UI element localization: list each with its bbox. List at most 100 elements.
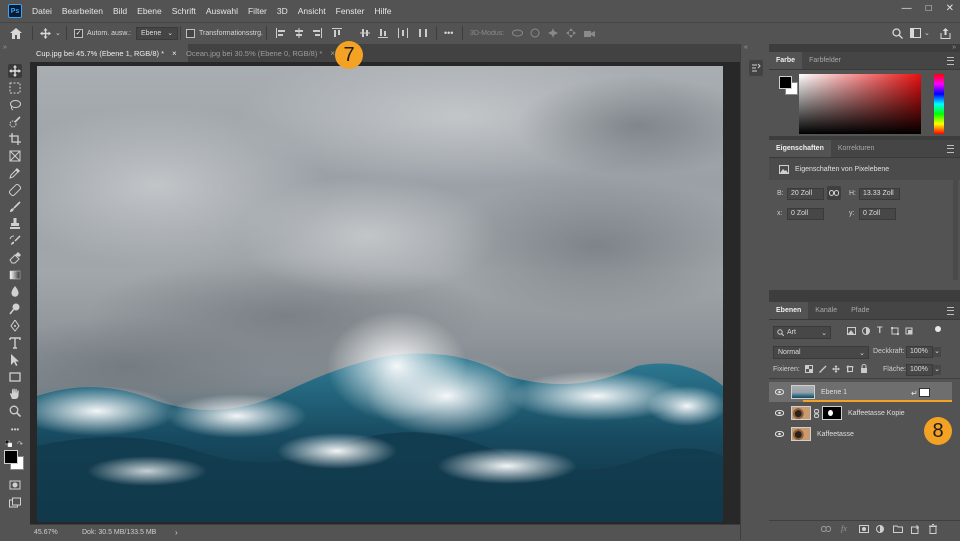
tab-cup-document[interactable]: Cup.jpg bei 45.7% (Ebene 1, RGB/8) * ×	[30, 44, 188, 62]
fill-field[interactable]: 100%	[906, 364, 933, 376]
history-brush-tool-icon[interactable]	[8, 234, 22, 248]
tab-pfade[interactable]: Pfade	[844, 302, 876, 319]
panel-menu-icon[interactable]	[947, 145, 954, 153]
new-group-icon[interactable]	[893, 525, 903, 533]
layer-filter-dropdown[interactable]: Art ⌄	[773, 326, 831, 339]
foreground-color-swatch[interactable]	[779, 76, 792, 89]
search-icon[interactable]	[892, 26, 903, 40]
lock-all-icon[interactable]	[860, 364, 868, 373]
lock-transparent-icon[interactable]	[805, 365, 813, 373]
move-tool-preset-icon[interactable]: ⌄	[40, 26, 61, 40]
distribute-spacing-icon[interactable]	[418, 26, 428, 40]
link-layers-icon[interactable]	[821, 526, 831, 532]
brush-tool-icon[interactable]	[8, 200, 22, 214]
home-icon[interactable]	[10, 26, 22, 40]
layer-row-kaffeetasse-kopie[interactable]: Kaffeetasse Kopie	[769, 403, 952, 423]
tab-ocean-document[interactable]: Ocean.jpg bei 30.5% (Ebene 0, RGB/8) * ×	[180, 44, 346, 62]
maximize-icon[interactable]: □	[926, 3, 932, 14]
width-field[interactable]: 20 Zoll	[787, 188, 824, 200]
tab-korrekturen[interactable]: Korrekturen	[831, 140, 882, 157]
ocean-storm-photo[interactable]	[37, 66, 723, 522]
quick-selection-tool-icon[interactable]	[8, 115, 22, 129]
status-menu-arrow-icon[interactable]: ›	[175, 528, 178, 537]
align-middle-icon[interactable]	[360, 26, 370, 40]
collapse-arrows-icon[interactable]: «	[744, 44, 748, 51]
gradient-tool-icon[interactable]	[8, 268, 22, 282]
collapse-arrows-icon[interactable]: »	[3, 44, 7, 51]
type-tool-icon[interactable]	[8, 336, 22, 350]
distribute-icon[interactable]	[398, 26, 408, 40]
menu-ansicht[interactable]: Ansicht	[298, 6, 326, 16]
new-layer-icon[interactable]	[911, 525, 920, 534]
menu-bild[interactable]: Bild	[113, 6, 127, 16]
y-field[interactable]: 0 Zoll	[859, 208, 896, 220]
lock-position-icon[interactable]	[832, 365, 840, 373]
height-field[interactable]: 13.33 Zoll	[859, 188, 900, 200]
color-spectrum-field[interactable]	[799, 74, 921, 134]
align-top-icon[interactable]	[332, 26, 342, 40]
hue-slider[interactable]	[934, 74, 944, 134]
rectangle-tool-icon[interactable]	[8, 370, 22, 384]
share-icon[interactable]	[940, 26, 951, 40]
quick-mask-icon[interactable]	[8, 478, 22, 492]
tab-eigenschaften[interactable]: Eigenschaften	[769, 140, 831, 157]
visibility-eye-icon[interactable]	[775, 431, 785, 437]
dodge-tool-icon[interactable]	[8, 302, 22, 316]
healing-brush-tool-icon[interactable]	[8, 183, 22, 197]
visibility-eye-icon[interactable]	[775, 410, 785, 416]
lasso-tool-icon[interactable]	[8, 98, 22, 112]
layer-mask-thumbnail[interactable]	[822, 406, 842, 420]
opacity-field[interactable]: 100%	[906, 346, 933, 358]
layer-row-ebene-1[interactable]: Ebene 1 ↵	[769, 382, 952, 402]
panel-menu-icon[interactable]	[947, 307, 954, 315]
3d-camera-icon[interactable]	[584, 26, 595, 40]
auto-select-checkbox[interactable]: ✓ Autom. ausw.:	[74, 26, 131, 40]
pen-tool-icon[interactable]	[8, 319, 22, 333]
frame-tool-icon[interactable]	[8, 149, 22, 163]
close-window-icon[interactable]: ✕	[946, 3, 954, 14]
delete-layer-icon[interactable]	[929, 524, 937, 534]
photoshop-logo-icon[interactable]: Ps	[8, 4, 22, 18]
zoom-tool-icon[interactable]	[8, 404, 22, 418]
align-left-icon[interactable]	[276, 26, 286, 40]
menu-fenster[interactable]: Fenster	[336, 6, 365, 16]
align-center-icon[interactable]	[294, 26, 304, 40]
menu-schrift[interactable]: Schrift	[172, 6, 196, 16]
layer-name[interactable]: Kaffeetasse Kopie	[848, 410, 905, 417]
blend-mode-dropdown[interactable]: Normal ⌄	[773, 346, 869, 359]
filter-toggle-icon[interactable]	[935, 326, 941, 332]
hand-tool-icon[interactable]	[8, 387, 22, 401]
filter-shape-icon[interactable]	[891, 327, 899, 335]
tab-farbfelder[interactable]: Farbfelder	[802, 52, 848, 69]
tab-kanaele[interactable]: Kanäle	[808, 302, 844, 319]
menu-ebene[interactable]: Ebene	[137, 6, 162, 16]
3d-slide-icon[interactable]	[566, 26, 576, 40]
tab-ebenen[interactable]: Ebenen	[769, 302, 809, 319]
move-tool-icon[interactable]	[8, 64, 22, 78]
menu-datei[interactable]: Datei	[32, 6, 52, 16]
foreground-color-swatch[interactable]	[4, 450, 18, 464]
lock-pixels-icon[interactable]	[819, 365, 827, 373]
eyedropper-tool-icon[interactable]	[8, 166, 22, 180]
filter-type-icon[interactable]: T	[877, 325, 883, 335]
close-tab-icon[interactable]: ×	[172, 49, 177, 58]
canvas-area[interactable]	[30, 62, 769, 524]
clone-stamp-tool-icon[interactable]	[8, 217, 22, 231]
menu-hilfe[interactable]: Hilfe	[374, 6, 391, 16]
mask-link-icon[interactable]	[814, 408, 819, 418]
add-mask-icon[interactable]	[859, 525, 869, 533]
layer-style-icon[interactable]: fx	[841, 524, 847, 533]
visibility-eye-icon[interactable]	[775, 389, 785, 395]
filter-adjustment-icon[interactable]	[862, 327, 870, 335]
opacity-chevron-icon[interactable]: ⌄	[933, 347, 941, 357]
menu-bearbeiten[interactable]: Bearbeiten	[62, 6, 103, 16]
layer-name[interactable]: Ebene 1	[821, 389, 847, 396]
properties-scrollbar[interactable]	[953, 180, 958, 280]
3d-pan-icon[interactable]	[548, 26, 558, 40]
panel-menu-icon[interactable]	[947, 57, 954, 65]
workspace-icon[interactable]: ⌄	[910, 26, 930, 40]
align-bottom-icon[interactable]	[378, 26, 388, 40]
3d-roll-icon[interactable]	[530, 26, 540, 40]
screen-mode-icon[interactable]	[8, 496, 22, 510]
menu-auswahl[interactable]: Auswahl	[206, 6, 238, 16]
